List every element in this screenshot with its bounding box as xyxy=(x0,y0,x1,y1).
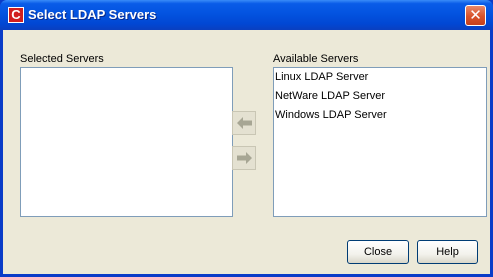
title-bar[interactable]: C Select LDAP Servers ✕ xyxy=(0,0,493,30)
arrow-left-icon xyxy=(237,117,252,129)
list-item[interactable]: Linux LDAP Server xyxy=(274,68,486,87)
list-item[interactable]: Windows LDAP Server xyxy=(274,106,486,125)
available-servers-list[interactable]: Linux LDAP Server NetWare LDAP Server Wi… xyxy=(273,67,487,217)
arrow-right-icon xyxy=(237,152,252,164)
dialog-window: C Select LDAP Servers ✕ Selected Servers… xyxy=(0,0,493,277)
app-logo-icon: C xyxy=(8,7,24,23)
dialog-title: Select LDAP Servers xyxy=(28,7,157,22)
selected-servers-label: Selected Servers xyxy=(20,53,104,65)
list-item[interactable]: NetWare LDAP Server xyxy=(274,87,486,106)
help-button[interactable]: Help xyxy=(417,240,478,264)
dialog-body: Selected Servers Available Servers Linux… xyxy=(3,30,490,274)
add-server-button[interactable] xyxy=(232,111,256,135)
close-window-button[interactable]: ✕ xyxy=(465,5,486,26)
selected-servers-list[interactable] xyxy=(20,67,233,217)
close-button[interactable]: Close xyxy=(347,240,409,264)
available-servers-label: Available Servers xyxy=(273,53,359,65)
remove-server-button[interactable] xyxy=(232,146,256,170)
